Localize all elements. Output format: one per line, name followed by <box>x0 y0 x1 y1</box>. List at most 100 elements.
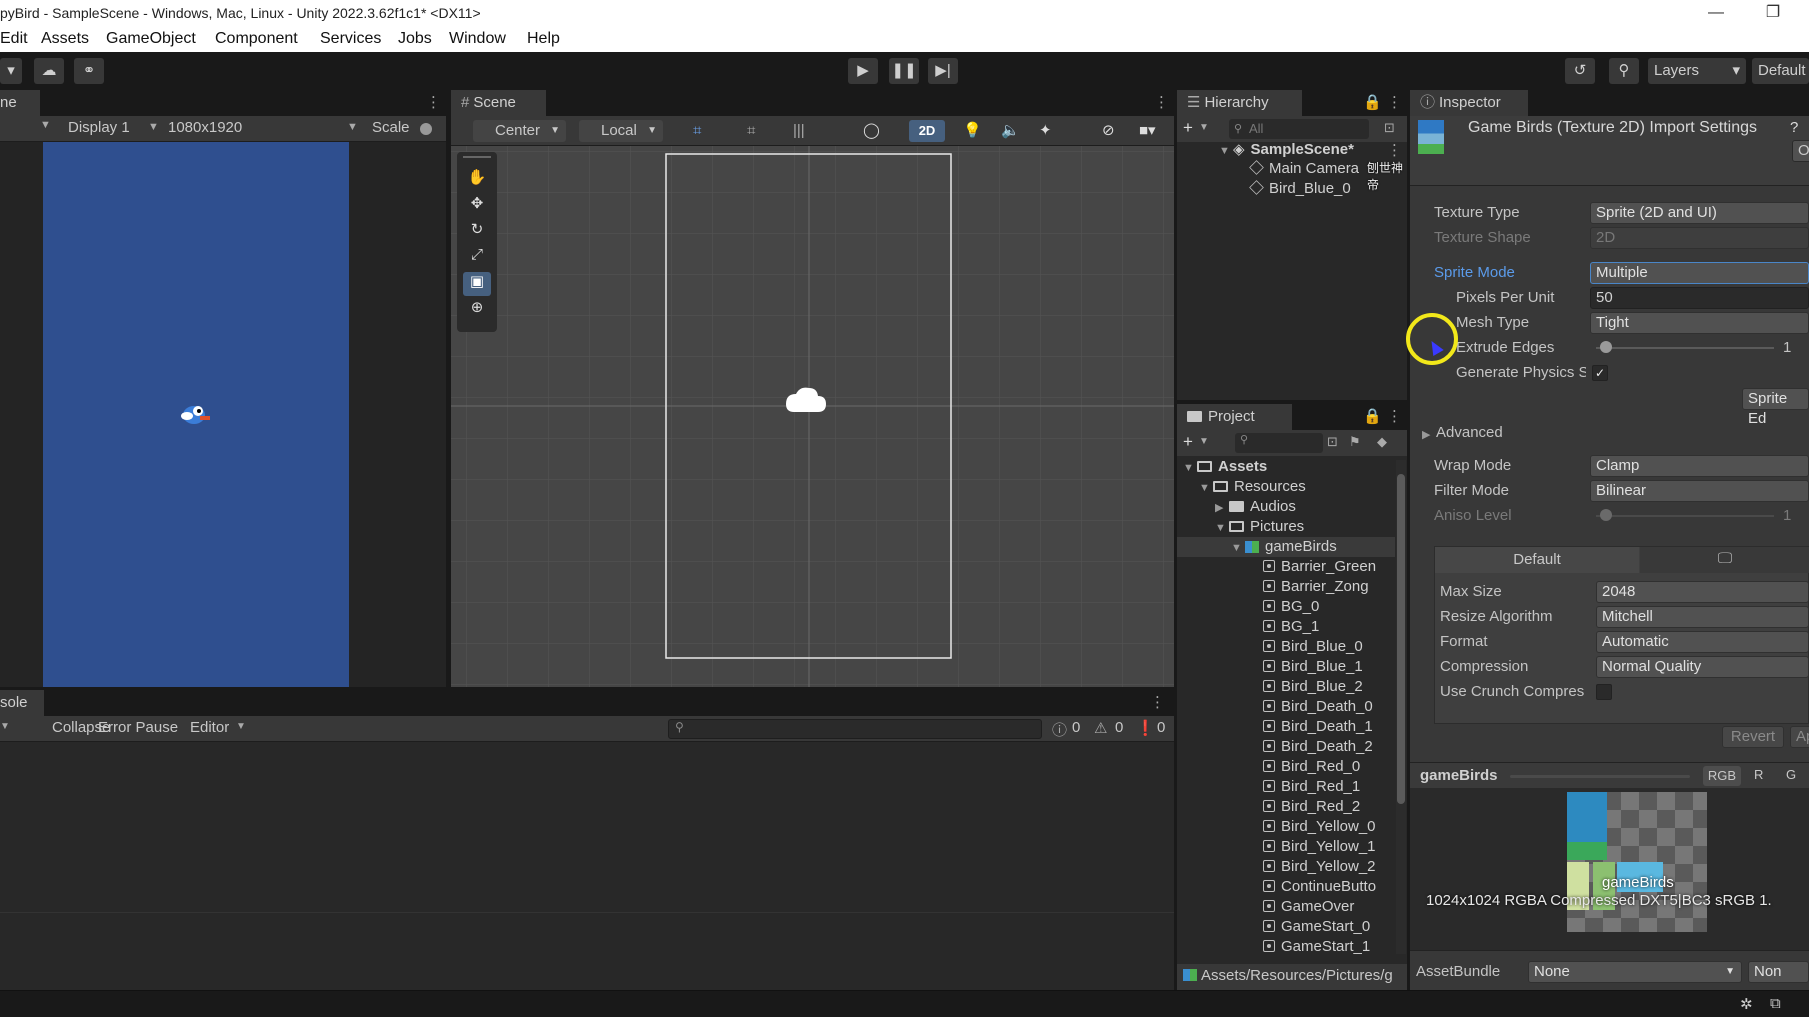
menu-edit[interactable]: Edit <box>0 30 28 48</box>
hand-tool-icon[interactable]: ✋ <box>463 168 491 192</box>
debug-icon[interactable]: ✲ <box>1740 995 1753 1013</box>
effects-icon[interactable]: ✦ <box>1039 121 1052 139</box>
tab-inspector[interactable]: ⓘ Inspector <box>1410 90 1528 116</box>
filter-mode-dropdown[interactable]: Bilinear <box>1590 480 1809 502</box>
help-icon[interactable]: ? <box>1790 119 1798 136</box>
ruler-icon[interactable]: ||| <box>793 122 805 139</box>
more-icon[interactable]: ⋮ <box>1150 693 1165 711</box>
sprite-item[interactable]: GameStart_1 <box>1263 938 1370 955</box>
more-icon[interactable]: ⋮ <box>426 93 441 111</box>
sprite-item[interactable]: BG_1 <box>1263 618 1319 635</box>
layers-dropdown[interactable]: Layers ▾ <box>1648 58 1746 84</box>
wrap-mode-dropdown[interactable]: Clamp <box>1590 455 1809 477</box>
more-icon[interactable]: ⋮ <box>1387 407 1402 425</box>
scale-tool-icon[interactable]: ⤢ <box>463 246 491 270</box>
compression-dropdown[interactable]: Normal Quality <box>1596 656 1809 678</box>
menu-window[interactable]: Window <box>449 30 506 48</box>
sprite-item[interactable]: Barrier_Green <box>1263 558 1376 575</box>
maximize-button[interactable]: ❐ <box>1753 0 1793 26</box>
menu-help[interactable]: Help <box>527 30 560 48</box>
format-dropdown[interactable]: Automatic <box>1596 631 1809 653</box>
project-scrollbar[interactable] <box>1396 460 1406 954</box>
monitor-icon[interactable]: 🖵 <box>1640 547 1809 573</box>
lock-icon[interactable]: 🔒 <box>1363 407 1382 425</box>
sprite-item[interactable]: ContinueButto <box>1263 878 1376 895</box>
menu-assets[interactable]: Assets <box>41 30 89 48</box>
more-icon[interactable]: ⋮ <box>1387 141 1402 159</box>
physics-checkbox[interactable]: ✓ <box>1592 365 1608 381</box>
draw-mode-icon[interactable]: ◯ <box>863 121 880 139</box>
tab-hierarchy[interactable]: ☰ Hierarchy <box>1177 90 1302 116</box>
expand-arrow-icon[interactable]: ▶ <box>1422 428 1430 441</box>
game-canvas[interactable] <box>43 142 349 687</box>
assetbundle-dropdown[interactable]: None ▼ <box>1528 961 1742 983</box>
filter-label-icon[interactable]: ⚑ <box>1349 434 1361 450</box>
sprite-item[interactable]: Bird_Death_0 <box>1263 698 1373 715</box>
channel-r-button[interactable]: R <box>1754 767 1763 782</box>
menu-gameobject[interactable]: GameObject <box>106 30 196 48</box>
sprite-item[interactable]: Bird_Red_0 <box>1263 758 1360 775</box>
sprite-item[interactable]: Bird_Red_1 <box>1263 778 1360 795</box>
asset-gamebirds[interactable]: ▼ gameBirds <box>1231 538 1337 555</box>
pivot-dropdown[interactable]: Center ▼ <box>473 120 566 142</box>
filter-type-icon[interactable]: ⊡ <box>1327 434 1338 450</box>
max-size-dropdown[interactable]: 2048 <box>1596 581 1809 603</box>
transform-tool-icon[interactable]: ⊕ <box>463 298 491 322</box>
editor-dropdown[interactable]: Editor <box>190 719 229 736</box>
folder-pictures[interactable]: ▼ Pictures <box>1215 518 1304 535</box>
info-count-icon[interactable]: ⓘ <box>1052 719 1067 740</box>
ppu-input[interactable]: 50 <box>1590 287 1809 309</box>
favorite-icon[interactable]: ◆ <box>1377 434 1387 450</box>
console-search-input[interactable]: ⚲ <box>668 719 1042 739</box>
assetbundle-variant-dropdown[interactable]: Non <box>1748 961 1809 983</box>
minimize-button[interactable]: — <box>1696 0 1736 26</box>
sprite-item[interactable]: GameStart_0 <box>1263 918 1370 935</box>
channel-rgb-button[interactable]: RGB <box>1703 766 1741 786</box>
sprite-item[interactable]: Bird_Death_2 <box>1263 738 1373 755</box>
error-pause-button[interactable]: Error Pause <box>98 719 178 736</box>
texture-preview[interactable] <box>1567 792 1707 932</box>
sprite-item[interactable]: BG_0 <box>1263 598 1319 615</box>
sprite-item[interactable]: GameOver <box>1263 898 1354 915</box>
display-dropdown[interactable]: Display 1 <box>68 119 130 136</box>
create-asset-button[interactable]: + <box>1183 432 1193 452</box>
menu-component[interactable]: Component <box>215 30 298 48</box>
rect-tool-icon[interactable]: ▣ <box>463 272 491 296</box>
snap-increment-icon[interactable]: ⌗ <box>747 122 755 139</box>
resolution-dropdown[interactable]: 1080x1920 <box>168 119 242 136</box>
hierarchy-item-main-camera[interactable]: Main Camera <box>1249 160 1359 177</box>
hierarchy-search-input[interactable]: ⚲ All <box>1229 119 1369 139</box>
folder-resources[interactable]: ▼ Resources <box>1199 478 1306 495</box>
move-tool-icon[interactable]: ✥ <box>463 194 491 218</box>
warning-icon[interactable]: ⚠ <box>1094 719 1107 737</box>
tab-platform-default[interactable]: Default <box>1435 547 1639 573</box>
filter-icon[interactable]: ⊡ <box>1384 120 1395 136</box>
lock-icon[interactable]: 🔒 <box>1363 93 1382 111</box>
extrude-slider-thumb[interactable] <box>1600 341 1612 353</box>
error-icon[interactable]: ❗ <box>1136 719 1155 737</box>
apply-button[interactable]: Ap <box>1790 726 1809 748</box>
toggle-2d-button[interactable]: 2D <box>909 120 945 142</box>
layout-dropdown[interactable]: Default <box>1752 58 1809 84</box>
network-icon[interactable]: ⧉ <box>1770 995 1781 1012</box>
resize-dropdown[interactable]: Mitchell <box>1596 606 1809 628</box>
revert-button[interactable]: Revert <box>1722 726 1784 748</box>
tab-scene[interactable]: # Scene <box>451 90 546 116</box>
project-search-input[interactable]: ⚲ <box>1235 433 1323 453</box>
space-dropdown[interactable]: Local ▼ <box>579 120 663 142</box>
sprite-editor-button[interactable]: Sprite Ed <box>1742 388 1809 427</box>
menu-jobs[interactable]: Jobs <box>398 30 432 48</box>
sprite-item[interactable]: Bird_Blue_0 <box>1263 638 1363 655</box>
texture-type-dropdown[interactable]: Sprite (2D and UI) <box>1590 202 1809 224</box>
collab-icon[interactable]: ⚭ <box>74 58 104 84</box>
history-icon[interactable]: ↺ <box>1565 58 1595 84</box>
scale-slider[interactable] <box>420 123 432 135</box>
more-icon[interactable]: ⋮ <box>1387 93 1402 111</box>
sprite-item[interactable]: Bird_Yellow_1 <box>1263 838 1376 855</box>
sprite-item[interactable]: Bird_Blue_1 <box>1263 658 1363 675</box>
mesh-type-dropdown[interactable]: Tight <box>1590 312 1809 334</box>
search-icon[interactable]: ⚲ <box>1609 58 1639 84</box>
clear-dropdown[interactable]: ▼ <box>0 721 10 732</box>
account-dropdown[interactable]: ▾ <box>0 58 22 84</box>
extrude-value[interactable]: 1 <box>1783 339 1791 356</box>
